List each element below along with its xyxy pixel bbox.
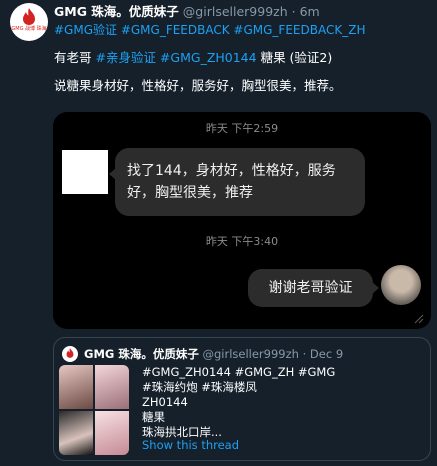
flame-logo-icon [66, 348, 74, 358]
incoming-message-bubble: 找了144，身材好，性格好，服务 好，胸型很美，推荐 [109, 148, 365, 216]
quote-text: #GMG_ZH0144 #GMG_ZH #GMG #珠海约炮 #珠海楼凤 ZH0… [142, 365, 335, 440]
quote-text-line: #珠海约炮 #珠海楼凤 [142, 380, 257, 394]
quoted-tweet[interactable]: GMG 珠海。优质妹子 @girlseller999zh · Dec 9 #GM… [53, 337, 431, 461]
text-prefix: 有老哥 [54, 50, 96, 65]
quote-handle[interactable]: @girlseller999zh [202, 347, 298, 361]
redacted-avatar [62, 150, 108, 194]
corner-handle-icon [414, 314, 424, 324]
outgoing-message-bubble: 谢谢老哥验证 [248, 269, 379, 307]
text-suffix: 糖果 (验证2) [256, 50, 333, 65]
hashtag-line[interactable]: #GMG验证 #GMG_FEEDBACK #GMG_FEEDBACK_ZH [54, 22, 365, 38]
quote-photo-grid[interactable] [59, 365, 129, 455]
tweet-time[interactable]: 6m [300, 4, 320, 19]
chat-timestamp: 昨天 下午2:59 [205, 122, 279, 135]
flame-logo-icon [23, 8, 35, 25]
quote-photo[interactable] [59, 411, 93, 455]
tweet[interactable]: GMG 战博 珠海 GMG 珠海。优质妹子 @girlseller999zh ·… [0, 0, 437, 466]
tweet-header: GMG 珠海。优质妹子 @girlseller999zh · 6m [54, 4, 320, 20]
quote-photo[interactable] [59, 365, 93, 409]
quote-text-line: #GMG_ZH0144 #GMG_ZH #GMG [142, 365, 336, 379]
attached-image[interactable]: 昨天 下午2:59 找了144，身材好，性格好，服务 好，胸型很美，推荐 昨天 … [53, 112, 431, 329]
chat-avatar [381, 265, 421, 305]
inline-hashtags[interactable]: #亲身验证 #GMG_ZH0144 [95, 50, 256, 65]
tweet-text-line2: 说糖果身材好，性格好，服务好，胸型很美，推荐。 [54, 78, 342, 93]
quote-display-name[interactable]: GMG 珠海。优质妹子 [84, 347, 199, 361]
separator-dot: · [302, 347, 307, 361]
quote-avatar[interactable] [62, 346, 78, 362]
incoming-message-line: 好，胸型很美，推荐 [127, 185, 253, 201]
separator-dot: · [291, 4, 296, 19]
user-handle[interactable]: @girlseller999zh [183, 4, 288, 19]
quote-text-line: ZH0144 [142, 395, 188, 409]
show-thread-link[interactable]: Show this thread [142, 438, 239, 453]
tweet-text-line1: 有老哥 #亲身验证 #GMG_ZH0144 糖果 (验证2) [54, 50, 332, 66]
quote-header: GMG 珠海。优质妹子 @girlseller999zh · Dec 9 [84, 346, 343, 362]
avatar-caption: GMG 战博 珠海 [11, 26, 47, 32]
quote-time[interactable]: Dec 9 [310, 347, 343, 361]
chat-timestamp: 昨天 下午3:40 [205, 235, 279, 248]
display-name[interactable]: GMG 珠海。优质妹子 [54, 4, 179, 19]
quote-photo[interactable] [95, 411, 129, 455]
incoming-message-line: 找了144，身材好，性格好，服务 [127, 163, 336, 179]
quote-text-line: 糖果 [142, 410, 165, 424]
avatar[interactable]: GMG 战博 珠海 [10, 3, 48, 41]
quote-photo[interactable] [95, 365, 129, 409]
